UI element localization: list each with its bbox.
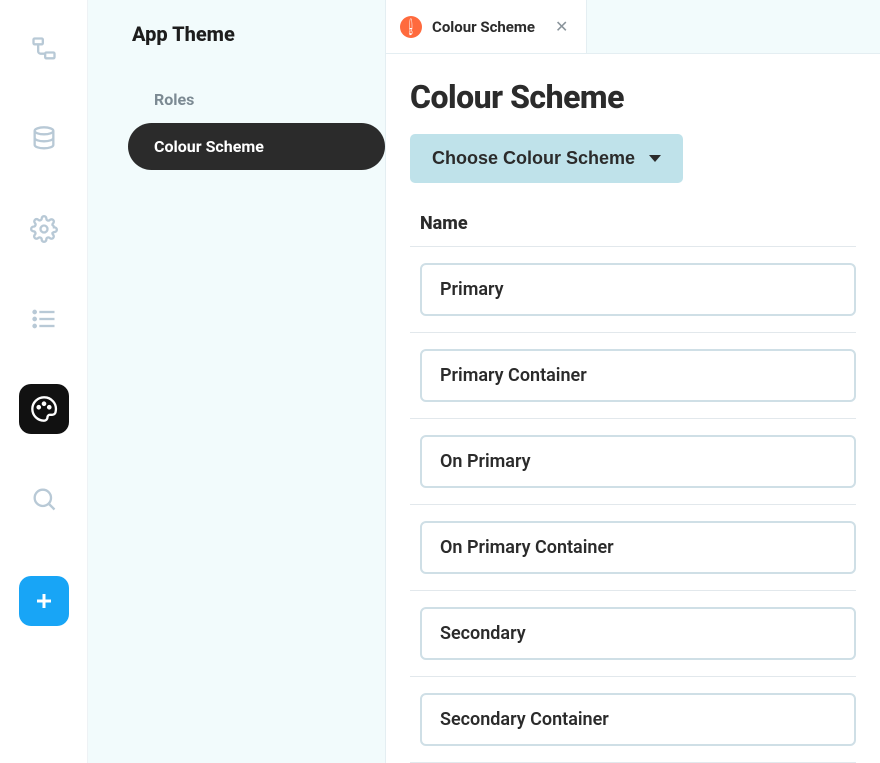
main-pane: 🖌 Colour Scheme ✕ Colour Scheme Choose C… — [386, 0, 880, 763]
tab-bar: 🖌 Colour Scheme ✕ — [386, 0, 880, 54]
name-field[interactable]: Secondary — [420, 607, 856, 660]
name-field[interactable]: On Primary Container — [420, 521, 856, 574]
caret-down-icon — [649, 155, 661, 162]
page-title: Colour Scheme — [410, 78, 856, 116]
name-field[interactable]: Primary — [420, 263, 856, 316]
add-icon[interactable] — [19, 576, 69, 626]
choose-colour-scheme-button[interactable]: Choose Colour Scheme — [410, 134, 683, 183]
name-row: On Primary Container — [410, 505, 856, 591]
sidebar-title: App Theme — [88, 0, 385, 76]
sidebar-item-colour-scheme[interactable]: Colour Scheme — [128, 123, 385, 170]
name-field[interactable]: Secondary Container — [420, 693, 856, 746]
close-icon[interactable]: ✕ — [551, 15, 572, 38]
icon-rail — [0, 0, 88, 763]
name-row: Secondary — [410, 591, 856, 677]
tab-bar-spacer — [587, 0, 880, 53]
name-field[interactable]: Primary Container — [420, 349, 856, 402]
tab-colour-scheme[interactable]: 🖌 Colour Scheme ✕ — [386, 0, 587, 53]
sidebar-item-roles[interactable]: Roles — [88, 76, 385, 123]
names-column-header: Name — [410, 207, 856, 247]
search-icon[interactable] — [19, 474, 69, 524]
palette-icon[interactable] — [19, 384, 69, 434]
list-icon[interactable] — [19, 294, 69, 344]
palette-icon: 🖌 — [400, 16, 422, 38]
name-row: Secondary Container — [410, 677, 856, 763]
name-row: Primary Container — [410, 333, 856, 419]
gear-icon[interactable] — [19, 204, 69, 254]
flow-icon[interactable] — [19, 24, 69, 74]
name-row: On Primary — [410, 419, 856, 505]
database-icon[interactable] — [19, 114, 69, 164]
name-field[interactable]: On Primary — [420, 435, 856, 488]
chooser-label: Choose Colour Scheme — [432, 148, 635, 169]
name-row: Primary — [410, 247, 856, 333]
sidebar: App Theme Roles Colour Scheme — [88, 0, 386, 763]
tab-label: Colour Scheme — [432, 18, 535, 36]
